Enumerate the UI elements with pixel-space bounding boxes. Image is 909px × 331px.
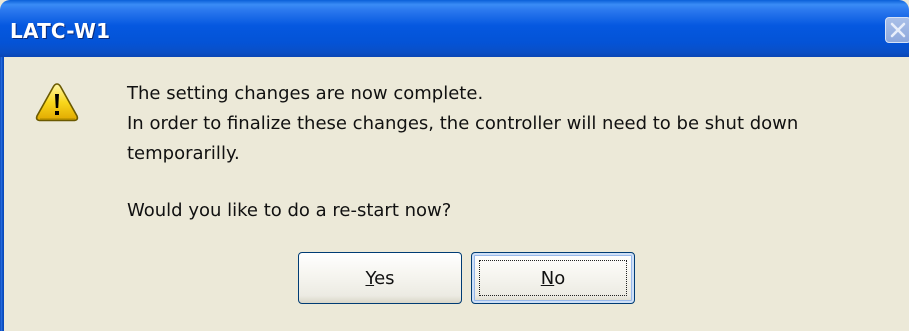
message-text: The setting changes are now complete. In… [127, 79, 909, 169]
window-title: LATC-W1 [10, 19, 111, 43]
message-line: The setting changes are now complete. [127, 83, 484, 104]
no-mnemonic: N [540, 267, 555, 289]
close-icon [890, 22, 906, 38]
question-text: Would you like to do a re-start now? [127, 200, 452, 221]
message-dialog: LATC-W1 The setting changes are now comp… [0, 0, 909, 331]
yes-button-label: Yes [365, 268, 394, 289]
message-line: In order to finalize these changes, the … [127, 113, 799, 134]
warning-icon [35, 83, 79, 122]
close-button[interactable] [885, 17, 909, 43]
yes-mnemonic: Y [365, 267, 375, 289]
yes-button[interactable]: Yes [298, 252, 462, 304]
yes-label-rest: es [374, 267, 395, 289]
no-button-label: No [541, 268, 565, 289]
message-line: temporarilly. [127, 143, 240, 164]
title-bar[interactable]: LATC-W1 [0, 0, 909, 57]
no-label-rest: o [554, 267, 566, 289]
no-button[interactable]: No [471, 252, 635, 304]
